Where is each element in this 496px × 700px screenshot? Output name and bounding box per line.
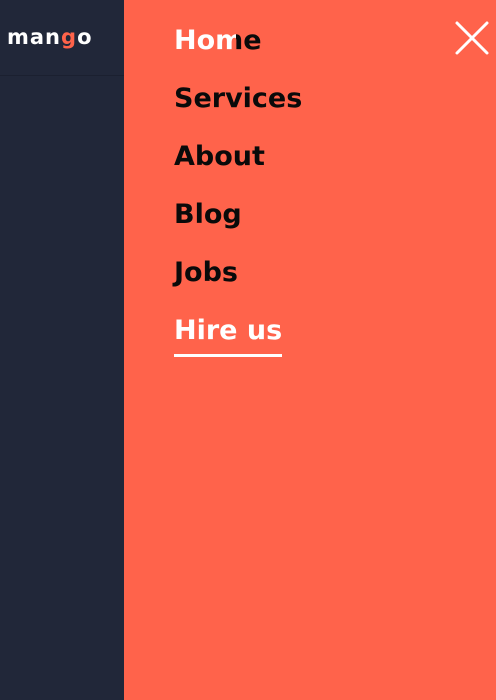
nav-link-about[interactable]: About xyxy=(174,138,265,176)
close-menu-button[interactable] xyxy=(452,18,492,58)
nav-link-services[interactable]: Services xyxy=(174,80,302,118)
nav-item-services: Services xyxy=(174,80,302,138)
nav-item-blog: Blog xyxy=(174,196,302,254)
nav-item-about: About xyxy=(174,138,302,196)
nav-link-jobs[interactable]: Jobs xyxy=(174,254,238,292)
logo-prefix: man xyxy=(7,25,62,49)
main-nav: Home Services About Blog Jobs Hire us xyxy=(174,22,302,370)
close-icon xyxy=(455,21,489,55)
nav-item-home: Home xyxy=(174,22,302,80)
menu-overlay: Home Services About Blog Jobs Hire us xyxy=(124,0,496,700)
nav-item-hire-us: Hire us xyxy=(174,312,302,370)
nav-link-hire-us[interactable]: Hire us xyxy=(174,312,283,357)
nav-link-blog[interactable]: Blog xyxy=(174,196,242,234)
logo-bar: mango xyxy=(0,0,124,76)
nav-link-home[interactable]: Home xyxy=(174,22,262,60)
nav-item-jobs: Jobs xyxy=(174,254,302,312)
dark-sidebar: mango xyxy=(0,0,124,700)
mango-logo[interactable]: mango xyxy=(7,24,93,50)
logo-suffix: o xyxy=(77,25,93,49)
logo-accent-letter: g xyxy=(61,25,78,49)
page: mango Home Services About Blog Jobs Hire… xyxy=(0,0,496,700)
